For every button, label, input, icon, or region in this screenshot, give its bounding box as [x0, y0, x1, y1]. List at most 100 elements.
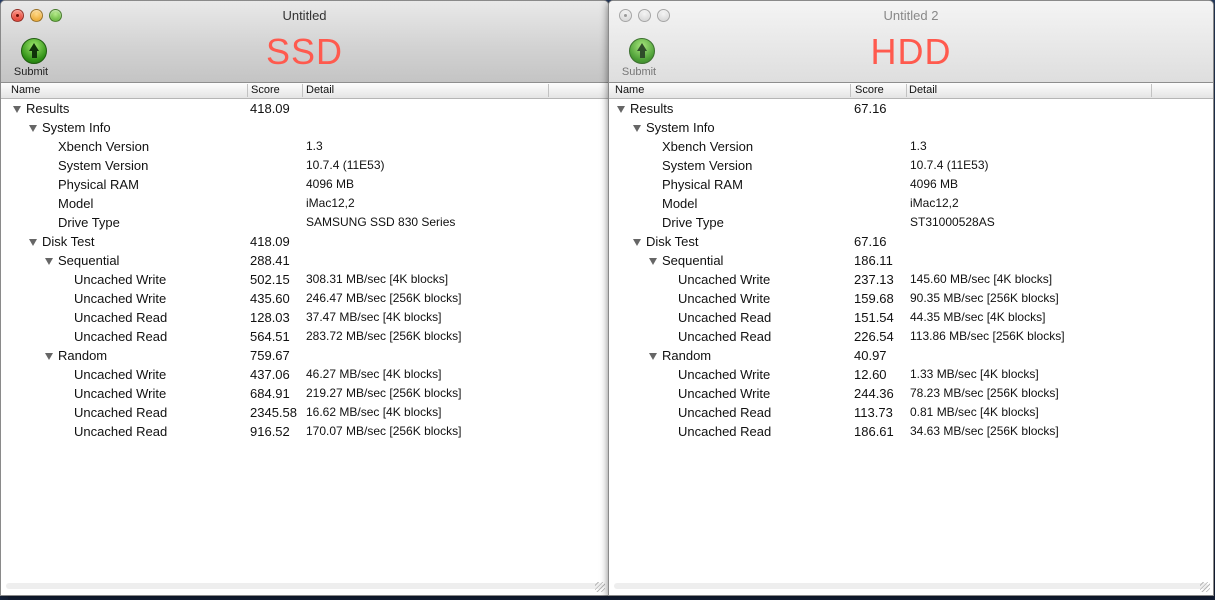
disclosure-triangle-icon[interactable]: [45, 353, 53, 360]
submit-button[interactable]: Submit: [622, 38, 662, 78]
disclosure-triangle-icon[interactable]: [45, 258, 53, 265]
window-toolbar: Untitled SSD Submit: [1, 1, 608, 83]
outline-row[interactable]: Disk Test 67.16: [609, 232, 1213, 251]
disclosure-triangle-icon[interactable]: [617, 106, 625, 113]
outline-row[interactable]: Xbench Version 1.3: [1, 137, 608, 156]
outline-row[interactable]: Uncached Read 2345.58 16.62 MB/sec [4K blo…: [1, 403, 608, 422]
column-header-score[interactable]: Score: [251, 84, 280, 96]
outline-row[interactable]: System Version 10.7.4 (11E53): [609, 156, 1213, 175]
outline-row[interactable]: Model iMac12,2: [609, 194, 1213, 213]
row-name: System Info: [646, 120, 715, 135]
outline-row[interactable]: Uncached Write 437.06 46.27 MB/sec [4K blo…: [1, 365, 608, 384]
row-detail: 78.23 MB/sec [256K blocks]: [910, 386, 1059, 400]
outline-row[interactable]: Uncached Read 128.03 37.47 MB/sec [4K bloc…: [1, 308, 608, 327]
outline-row[interactable]: Disk Test 418.09: [1, 232, 608, 251]
upload-arrow-icon: [629, 38, 655, 64]
row-detail: 4096 MB: [306, 177, 355, 191]
row-name: System Info: [42, 120, 111, 135]
outline-row[interactable]: Results 67.16: [609, 99, 1213, 118]
outline-row[interactable]: Drive Type SAMSUNG SSD 830 Series: [1, 213, 608, 232]
column-divider[interactable]: [1151, 84, 1152, 97]
disclosure-triangle-icon[interactable]: [29, 239, 37, 246]
disclosure-triangle-icon[interactable]: [649, 353, 657, 360]
outline-row[interactable]: Random 759.67: [1, 346, 608, 365]
submit-button[interactable]: Submit: [14, 38, 54, 78]
drive-label: SSD: [265, 31, 344, 72]
row-name: Random: [58, 348, 108, 363]
window-toolbar: Untitled 2 HDD Submit: [609, 1, 1213, 83]
outline-row[interactable]: Uncached Write 684.91 219.27 MB/sec [256K …: [1, 384, 608, 403]
outline-row[interactable]: Uncached Read 186.61 34.63 MB/sec [256K bl…: [609, 422, 1213, 441]
row-score: 40.97: [854, 348, 887, 363]
row-detail: 16.62 MB/sec [4K blocks]: [306, 405, 442, 419]
row-name: Results: [630, 101, 674, 116]
row-name: Uncached Read: [678, 424, 772, 439]
row-detail: 219.27 MB/sec [256K blocks]: [306, 386, 462, 400]
row-score: 226.54: [854, 329, 894, 344]
row-name: System Version: [662, 158, 753, 173]
outline-row[interactable]: Sequential 186.11: [609, 251, 1213, 270]
outline-row[interactable]: Drive Type ST31000528AS: [609, 213, 1213, 232]
horizontal-scrollbar[interactable]: [6, 583, 603, 589]
column-divider[interactable]: [906, 84, 907, 97]
outline-row[interactable]: Physical RAM 4096 MB: [609, 175, 1213, 194]
row-detail: 44.35 MB/sec [4K blocks]: [910, 310, 1046, 324]
disclosure-triangle-icon[interactable]: [633, 125, 641, 132]
row-score: 159.68: [854, 291, 894, 306]
column-header-detail[interactable]: Detail: [909, 84, 937, 96]
row-name: Physical RAM: [662, 177, 743, 192]
resize-grip-icon[interactable]: [1200, 582, 1210, 592]
outline-row[interactable]: Uncached Write 502.15 308.31 MB/sec [4K bl…: [1, 270, 608, 289]
outline-row[interactable]: Uncached Read 151.54 44.35 MB/sec [4K bloc…: [609, 308, 1213, 327]
outline-row[interactable]: Uncached Read 113.73 0.81 MB/sec [4K block…: [609, 403, 1213, 422]
horizontal-scrollbar[interactable]: [614, 583, 1208, 589]
disclosure-triangle-icon[interactable]: [29, 125, 37, 132]
row-name: Uncached Write: [678, 386, 771, 401]
column-divider[interactable]: [548, 84, 549, 97]
outline-row[interactable]: Xbench Version 1.3: [609, 137, 1213, 156]
outline-row[interactable]: Physical RAM 4096 MB: [1, 175, 608, 194]
outline-row[interactable]: Sequential 288.41: [1, 251, 608, 270]
row-detail: 1.3: [910, 139, 927, 153]
column-header-name[interactable]: Name: [615, 84, 644, 96]
results-outline: Results 67.16 System Info Xbench Version 1.3…: [609, 99, 1213, 585]
column-header-name[interactable]: Name: [11, 84, 40, 96]
outline-row[interactable]: Uncached Read 226.54 113.86 MB/sec [256K b…: [609, 327, 1213, 346]
outline-row[interactable]: Uncached Write 12.60 1.33 MB/sec [4K block…: [609, 365, 1213, 384]
outline-row[interactable]: System Info: [609, 118, 1213, 137]
column-divider[interactable]: [302, 84, 303, 97]
row-name: Uncached Write: [678, 272, 771, 287]
row-detail: iMac12,2: [306, 196, 355, 210]
outline-row[interactable]: Random 40.97: [609, 346, 1213, 365]
outline-row[interactable]: Uncached Write 435.60 246.47 MB/sec [256K …: [1, 289, 608, 308]
resize-grip-icon[interactable]: [595, 582, 605, 592]
disclosure-triangle-icon[interactable]: [633, 239, 641, 246]
outline-row[interactable]: Uncached Write 159.68 90.35 MB/sec [256K b…: [609, 289, 1213, 308]
outline-row[interactable]: System Version 10.7.4 (11E53): [1, 156, 608, 175]
row-detail: 308.31 MB/sec [4K blocks]: [306, 272, 449, 286]
outline-row[interactable]: System Info: [1, 118, 608, 137]
outline-row[interactable]: Model iMac12,2: [1, 194, 608, 213]
row-score: 437.06: [250, 367, 290, 382]
outline-row[interactable]: Uncached Write 237.13 145.60 MB/sec [4K bl…: [609, 270, 1213, 289]
column-header-score[interactable]: Score: [855, 84, 884, 96]
row-score: 12.60: [854, 367, 887, 382]
row-score: 759.67: [250, 348, 290, 363]
disclosure-triangle-icon[interactable]: [13, 106, 21, 113]
row-detail: 170.07 MB/sec [256K blocks]: [306, 424, 462, 438]
column-header: Name Score Detail: [1, 83, 608, 99]
row-name: Uncached Read: [74, 424, 168, 439]
outline-row[interactable]: Uncached Read 916.52 170.07 MB/sec [256K b…: [1, 422, 608, 441]
row-name: Disk Test: [42, 234, 95, 249]
row-score: 418.09: [250, 101, 290, 116]
column-divider[interactable]: [247, 84, 248, 97]
disclosure-triangle-icon[interactable]: [649, 258, 657, 265]
outline-row[interactable]: Uncached Read 564.51 283.72 MB/sec [256K b…: [1, 327, 608, 346]
column-header-detail[interactable]: Detail: [306, 84, 334, 96]
row-name: Sequential: [58, 253, 120, 268]
outline-row[interactable]: Uncached Write 244.36 78.23 MB/sec [256K b…: [609, 384, 1213, 403]
column-divider[interactable]: [850, 84, 851, 97]
row-name: Drive Type: [662, 215, 724, 230]
row-score: 418.09: [250, 234, 290, 249]
outline-row[interactable]: Results 418.09: [1, 99, 608, 118]
